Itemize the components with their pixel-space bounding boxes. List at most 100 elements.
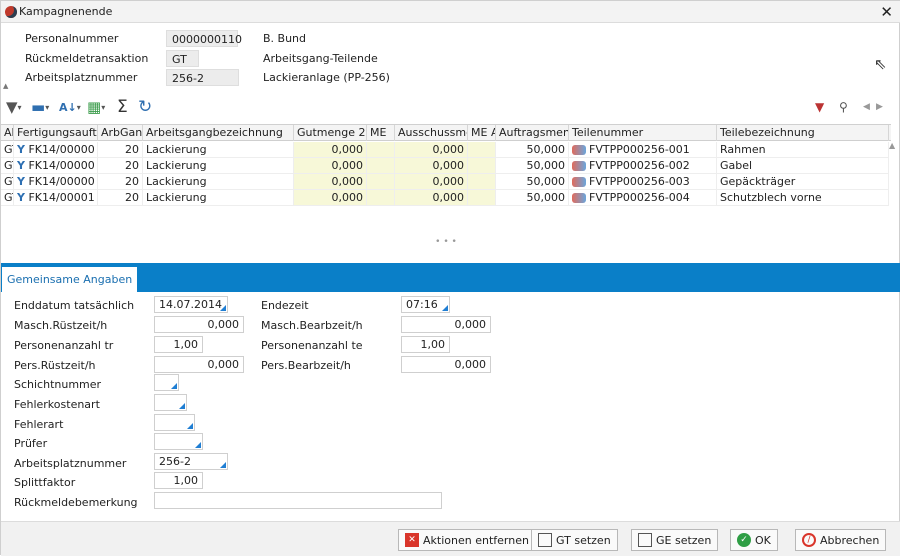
cell-me[interactable] xyxy=(367,158,395,174)
filter-icon[interactable]: ▼ ▾ xyxy=(6,96,22,118)
cell-teilenummer: FVTPP000256-004 xyxy=(569,190,717,206)
search-icon[interactable]: ⚲ xyxy=(839,96,848,118)
personenanzahl-te-field[interactable]: 1,00 xyxy=(401,336,450,353)
cell-ausschuss[interactable]: 0,000 xyxy=(395,174,468,190)
cell-gutmenge[interactable]: 0,000 xyxy=(294,174,367,190)
ge-setzen-button[interactable]: GE setzen xyxy=(631,529,719,551)
tab-strip: Gemeinsame Angaben xyxy=(1,263,900,292)
cell-me[interactable] xyxy=(367,190,395,206)
rueckmeldetransaktion-label: Rückmeldetransaktion xyxy=(25,52,149,65)
enddatum-field[interactable]: 14.07.2014 xyxy=(154,296,228,313)
table-row[interactable]: GT Y FK14/00000 20 Lackierung 0,000 0,00… xyxy=(1,174,891,190)
col-me-a[interactable]: ME A xyxy=(468,125,496,141)
fehlerkostenart-field[interactable] xyxy=(154,394,187,411)
col-me[interactable]: ME xyxy=(367,125,395,141)
rueckmeldetransaktion-desc: Arbeitsgang-Teilende xyxy=(263,52,378,65)
col-auftragsmenge[interactable]: Auftragsmen xyxy=(496,125,569,141)
collapse-handle-icon[interactable]: ▲ xyxy=(3,82,8,90)
sum-icon[interactable]: Σ xyxy=(117,96,128,118)
cell-me-a[interactable] xyxy=(468,190,496,206)
pers-ruestzeit-field[interactable]: 0,000 xyxy=(154,356,244,373)
cell-arbgang: 20 xyxy=(98,142,143,158)
col-ausschussmenge[interactable]: Ausschussme xyxy=(395,125,468,141)
remove-icon: ✕ xyxy=(405,533,419,547)
col-teilenummer[interactable]: Teilenummer xyxy=(569,125,717,141)
pruefer-field[interactable] xyxy=(154,433,203,450)
cell-me-a[interactable] xyxy=(468,142,496,158)
ok-label: OK xyxy=(755,533,771,547)
cell-me[interactable] xyxy=(367,142,395,158)
endezeit-field[interactable]: 07:16 xyxy=(401,296,450,313)
window-title: Kampagnenende xyxy=(19,5,113,18)
tab-gemeinsame-angaben[interactable]: Gemeinsame Angaben xyxy=(2,267,138,292)
fehlerart-field[interactable] xyxy=(154,414,195,431)
aktionen-entfernen-button[interactable]: ✕ Aktionen entfernen xyxy=(398,529,536,551)
grid-vertical-scrollbar[interactable]: ▲ xyxy=(889,141,897,236)
part-icon xyxy=(572,193,586,203)
rueckmeldebemerkung-field[interactable] xyxy=(154,492,442,509)
cancel-icon: / xyxy=(802,533,816,547)
table-row[interactable]: GT Y FK14/00000 20 Lackierung 0,000 0,00… xyxy=(1,142,891,158)
cell-teilebezeichnung: Rahmen xyxy=(717,142,889,158)
export-icon[interactable]: ▦ ▾ xyxy=(87,96,105,118)
abbrechen-button[interactable]: / Abbrechen xyxy=(795,529,887,551)
masch-bearbzeit-field[interactable]: 0,000 xyxy=(401,316,491,333)
cell-ausschuss[interactable]: 0,000 xyxy=(395,142,468,158)
col-ak[interactable]: Ak xyxy=(1,125,14,141)
col-gutmenge[interactable]: Gutmenge 2 xyxy=(294,125,367,141)
auftrag-text: FK14/00000 xyxy=(28,143,95,156)
next-icon[interactable]: ▶ xyxy=(876,96,883,118)
auftrag-text: FK14/00000 xyxy=(28,159,95,172)
grid-horizontal-scrollbar[interactable] xyxy=(1,229,891,237)
splitter-handle[interactable]: • • • xyxy=(1,238,891,247)
col-teilebezeichnung[interactable]: Teilebezeichnung xyxy=(717,125,889,141)
pruefer-label: Prüfer xyxy=(14,437,48,450)
ge-setzen-label: GE setzen xyxy=(656,533,712,547)
schichtnummer-field[interactable] xyxy=(154,374,179,391)
cell-me-a[interactable] xyxy=(468,158,496,174)
cell-bezeichnung: Lackierung xyxy=(143,142,294,158)
close-button[interactable]: ✕ xyxy=(880,3,893,21)
filter-remove-icon[interactable]: ▼ xyxy=(815,96,824,118)
arbeitsplatznummer-field[interactable]: 256-2 xyxy=(154,453,228,470)
cell-ausschuss[interactable]: 0,000 xyxy=(395,190,468,206)
print-icon[interactable]: ▬ ▾ xyxy=(31,96,49,118)
grid-toolbar: ▼ ▾ ▬ ▾ A↓ ▾ ▦ ▾ Σ ↻ ▼ ⚲ ◀ ▶ xyxy=(1,96,900,118)
cell-bezeichnung: Lackierung xyxy=(143,190,294,206)
cell-auftrag: Y FK14/00001 xyxy=(14,190,98,206)
cell-me-a[interactable] xyxy=(468,174,496,190)
fehlerkostenart-label: Fehlerkostenart xyxy=(14,398,100,411)
masch-ruestzeit-field[interactable]: 0,000 xyxy=(154,316,244,333)
pers-bearbzeit-field[interactable]: 0,000 xyxy=(401,356,491,373)
table-row[interactable]: GT Y FK14/00000 20 Lackierung 0,000 0,00… xyxy=(1,158,891,174)
splittfaktor-label: Splittfaktor xyxy=(14,476,76,489)
wrench-icon: Y xyxy=(17,191,25,204)
title-bar: Kampagnenende ✕ xyxy=(1,1,900,23)
window-icon xyxy=(538,533,552,547)
cell-ausschuss[interactable]: 0,000 xyxy=(395,158,468,174)
col-fertigungsauftrag[interactable]: Fertigungsauft xyxy=(14,125,98,141)
col-arbeitsgangbezeichnung[interactable]: Arbeitsgangbezeichnung xyxy=(143,125,294,141)
cell-me[interactable] xyxy=(367,174,395,190)
personenanzahl-tr-field[interactable]: 1,00 xyxy=(154,336,203,353)
wrench-icon: Y xyxy=(17,175,25,188)
cell-gutmenge[interactable]: 0,000 xyxy=(294,190,367,206)
window-icon xyxy=(638,533,652,547)
refresh-icon[interactable]: ↻ xyxy=(138,96,152,118)
sort-icon[interactable]: A↓ ▾ xyxy=(59,96,81,118)
cell-gutmenge[interactable]: 0,000 xyxy=(294,158,367,174)
cell-arbgang: 20 xyxy=(98,158,143,174)
gt-setzen-button[interactable]: GT setzen xyxy=(531,529,618,551)
splittfaktor-field[interactable]: 1,00 xyxy=(154,472,203,489)
prev-icon[interactable]: ◀ xyxy=(863,96,870,118)
gt-setzen-label: GT setzen xyxy=(556,533,611,547)
col-arbgang[interactable]: ArbGan xyxy=(98,125,143,141)
part-icon xyxy=(572,161,586,171)
cell-auftrag: Y FK14/00000 xyxy=(14,142,98,158)
table-row[interactable]: GT Y FK14/00001 20 Lackierung 0,000 0,00… xyxy=(1,190,891,206)
cell-gutmenge[interactable]: 0,000 xyxy=(294,142,367,158)
mouse-cursor-icon: ⇖ xyxy=(874,55,887,73)
aktionen-entfernen-label: Aktionen entfernen xyxy=(423,533,529,547)
wrench-icon: Y xyxy=(17,159,25,172)
ok-button[interactable]: ✓ OK xyxy=(730,529,778,551)
